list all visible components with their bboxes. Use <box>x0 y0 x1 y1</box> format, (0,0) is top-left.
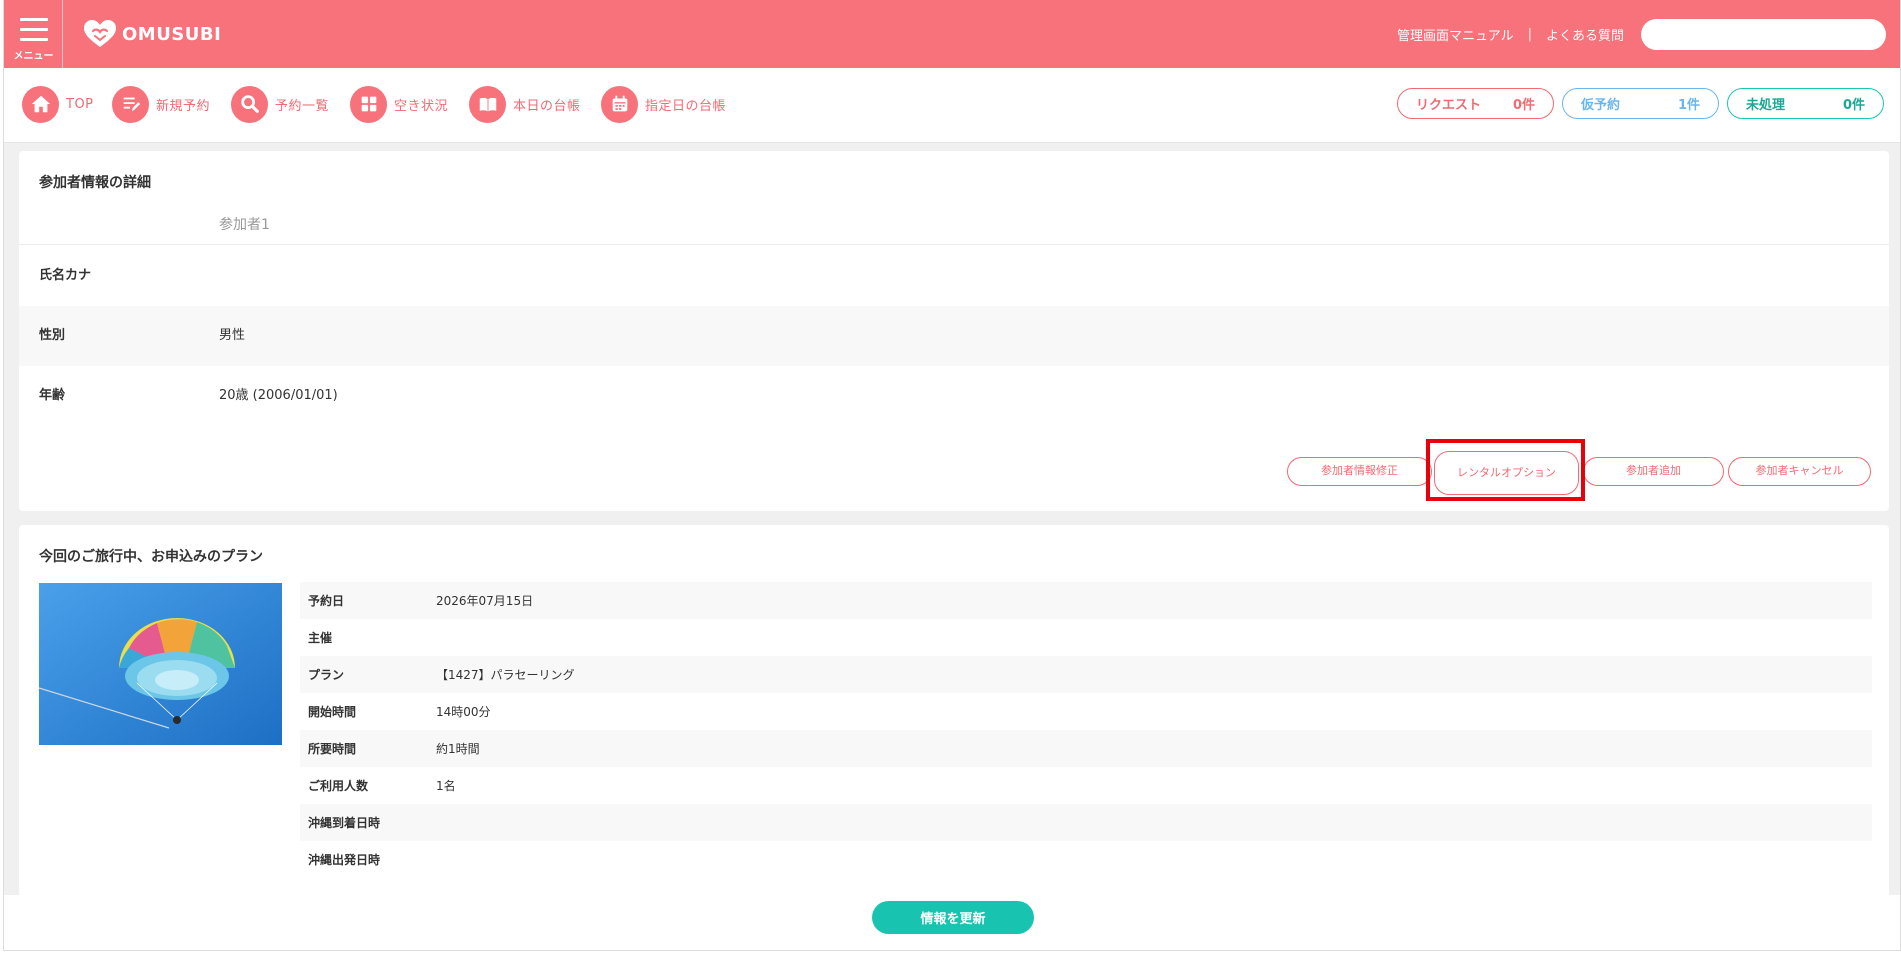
plan-row: 沖縄出発日時 <box>300 841 1872 878</box>
nav-item-label: 空き状況 <box>394 98 449 114</box>
row-value: 20歳 (2006/01/01) <box>219 388 338 403</box>
participant-actions: 参加者情報修正 レンタルオプション 参加者追加 参加者キャンセル <box>19 451 1889 495</box>
edit-list-icon <box>112 85 149 123</box>
plan-row: 沖縄到着日時 <box>300 804 1872 841</box>
plan-row: 予約日 2026年07月15日 <box>300 582 1872 619</box>
participant-detail-title: 参加者情報の詳細 <box>39 175 151 191</box>
nav-item-label: 新規予約 <box>156 98 211 114</box>
row-key: ご利用人数 <box>308 779 369 793</box>
plan-row: 主催 <box>300 619 1872 656</box>
row-key: 予約日 <box>308 594 345 608</box>
nav-item-date-ledger[interactable]: 指定日の台帳 <box>601 85 726 123</box>
header-links: 管理画面マニュアル | よくある質問 <box>1397 25 1624 44</box>
logo[interactable]: OMUSUBI <box>83 19 221 49</box>
status-request-button[interactable]: リクエスト 0件 <box>1397 88 1554 119</box>
nav-item-reservation-list[interactable]: 予約一覧 <box>231 85 329 123</box>
status-temporary-button[interactable]: 仮予約 1件 <box>1562 88 1719 119</box>
status-unprocessed-button[interactable]: 未処理 0件 <box>1727 88 1884 119</box>
update-info-button[interactable]: 情報を更新 <box>872 901 1034 934</box>
book-icon <box>469 85 506 123</box>
row-value: 約1時間 <box>436 742 480 756</box>
manual-link[interactable]: 管理画面マニュアル <box>1397 25 1514 44</box>
participant-subheader: 参加者1 <box>19 205 1889 245</box>
row-key: 年齢 <box>39 388 66 403</box>
heart-hands-logo-icon <box>84 20 116 47</box>
nav-item-label: 本日の台帳 <box>513 98 581 114</box>
hamburger-icon <box>20 18 48 48</box>
status-unprocessed-label: 未処理 <box>1746 98 1786 113</box>
nav-bar: TOP 新規予約 予約一覧 空き状況 本日の台帳 指定日の台帳 リクエスト 0件… <box>4 68 1900 143</box>
header-search-input[interactable] <box>1641 19 1886 50</box>
row-key: 性別 <box>39 328 66 343</box>
participant-row-gender: 性別 男性 <box>19 306 1889 366</box>
plan-title: 今回のご旅行中、お申込みのプラン <box>39 549 263 565</box>
row-key: 開始時間 <box>308 705 357 719</box>
nav-item-top[interactable]: TOP <box>22 85 94 123</box>
parasail-picture <box>39 583 282 745</box>
row-value: 14時00分 <box>436 705 491 719</box>
row-key: 主催 <box>308 631 333 645</box>
row-key: プラン <box>308 668 345 682</box>
row-key: 沖縄到着日時 <box>308 816 381 830</box>
menu-button[interactable]: メニュー <box>4 0 63 68</box>
row-key: 沖縄出発日時 <box>308 853 381 867</box>
plan-row: プラン 【1427】パラセーリング <box>300 656 1872 693</box>
cancel-participant-button[interactable]: 参加者キャンセル <box>1728 457 1871 486</box>
row-value: 1名 <box>436 779 456 793</box>
nav-item-label: 予約一覧 <box>275 98 330 114</box>
row-value: 2026年07月15日 <box>436 594 534 608</box>
row-value: 男性 <box>219 328 246 343</box>
plan-detail-table: 予約日 2026年07月15日 主催 プラン 【1427】パラセーリング 開始時… <box>300 582 1872 878</box>
add-participant-button[interactable]: 参加者追加 <box>1583 457 1724 486</box>
app-frame: メニュー OMUSUBI 管理画面マニュアル | よくある質問 TOP 新規予約… <box>3 0 1901 951</box>
top-header: メニュー OMUSUBI 管理画面マニュアル | よくある質問 <box>4 0 1900 68</box>
status-request-label: リクエスト <box>1416 98 1482 113</box>
plan-card: 今回のご旅行中、お申込みのプラン 予約日 2026年07月15日 主催 プラン … <box>19 525 1889 905</box>
calendar-icon <box>601 85 638 123</box>
logo-text: OMUSUBI <box>122 23 222 45</box>
rental-option-button[interactable]: レンタルオプション <box>1434 451 1579 495</box>
nav-item-label: 指定日の台帳 <box>645 98 727 114</box>
plan-row: 所要時間 約1時間 <box>300 730 1872 767</box>
status-temporary-label: 仮予約 <box>1581 98 1621 113</box>
row-value: 【1427】パラセーリング <box>436 668 575 682</box>
edit-participant-button[interactable]: 参加者情報修正 <box>1287 457 1432 486</box>
search-icon <box>231 85 268 123</box>
nav-item-today-ledger[interactable]: 本日の台帳 <box>469 85 581 123</box>
plan-row: ご利用人数 1名 <box>300 767 1872 804</box>
row-key: 所要時間 <box>308 742 357 756</box>
status-unprocessed-count: 0件 <box>1842 98 1865 113</box>
participant-row-age: 年齢 20歳 (2006/01/01) <box>19 366 1889 427</box>
nav-item-new-reservation[interactable]: 新規予約 <box>112 85 210 123</box>
participant-detail-card: 参加者情報の詳細 参加者1 氏名カナ 性別 男性 年齢 20歳 (2006/01… <box>19 151 1889 511</box>
nav-item-availability[interactable]: 空き状況 <box>350 85 448 123</box>
status-request-count: 0件 <box>1512 98 1535 113</box>
parasailing-image <box>39 583 282 745</box>
faq-link[interactable]: よくある質問 <box>1546 25 1624 44</box>
grid-icon <box>350 85 387 123</box>
nav-item-label: TOP <box>66 96 94 112</box>
row-key: 氏名カナ <box>39 268 92 283</box>
participant-number: 参加者1 <box>219 217 270 233</box>
participant-row-kana: 氏名カナ <box>19 246 1889 306</box>
status-temporary-count: 1件 <box>1677 98 1700 113</box>
link-separator: | <box>1527 27 1532 42</box>
plan-row: 開始時間 14時00分 <box>300 693 1872 730</box>
home-icon <box>22 85 59 123</box>
menu-label: メニュー <box>13 51 54 62</box>
